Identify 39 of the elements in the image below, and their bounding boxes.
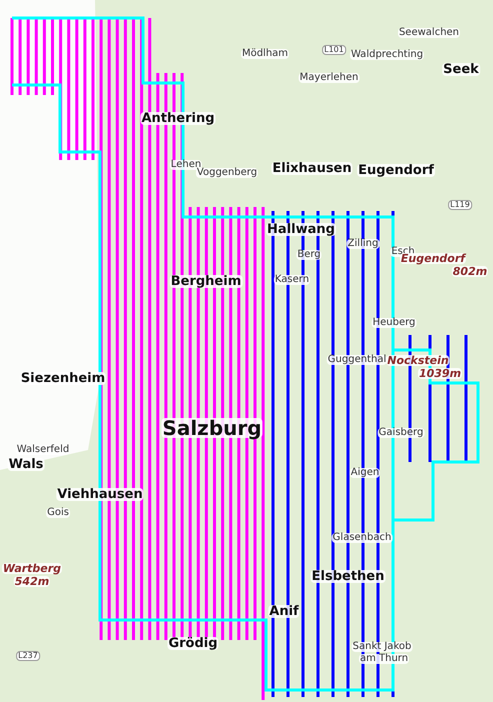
place-label: Eugendorf: [400, 253, 466, 264]
road-number: L101: [322, 45, 346, 55]
place-label: Bergheim: [170, 275, 242, 288]
place-label: Siezenheim: [20, 372, 106, 385]
place-label: Salzburg: [161, 418, 263, 438]
place-label: Gois: [46, 508, 70, 518]
place-label: Anthering: [140, 112, 216, 125]
place-label: Anif: [268, 605, 300, 618]
place-label: Voggenberg: [196, 168, 258, 178]
place-label: Aigen: [350, 468, 380, 478]
place-label: Zilling: [346, 239, 380, 249]
place-label: Seek: [442, 63, 480, 76]
place-label: Elixhausen: [271, 162, 353, 175]
place-label: Waldprechting: [350, 50, 424, 60]
place-label: 542m: [14, 576, 50, 587]
place-label: Kasern: [274, 275, 310, 285]
place-label: Wals: [8, 458, 44, 471]
place-label: 802m: [452, 266, 488, 277]
place-label: Grödig: [167, 637, 219, 650]
place-label: Eugendorf: [357, 164, 435, 177]
place-label: Heuberg: [372, 318, 416, 328]
place-label: am Thurn: [358, 654, 410, 664]
place-label: Sankt Jakob: [352, 642, 412, 652]
place-label: Guggenthal: [326, 355, 388, 365]
place-label: Glasenbach: [332, 533, 392, 543]
place-label: Elsbethen: [310, 570, 386, 583]
place-label: Mayerlehen: [298, 73, 360, 83]
road-number: L119: [448, 200, 472, 210]
road-number: L237: [16, 651, 40, 661]
place-label: Nockstein: [386, 355, 450, 366]
place-label: Walserfeld: [16, 445, 70, 455]
place-label: Seewalchen: [398, 28, 460, 38]
place-label: Mödlham: [240, 49, 290, 59]
place-label: Hallwang: [266, 223, 336, 236]
place-label: Gaisberg: [378, 428, 424, 438]
place-label: Berg: [296, 250, 322, 260]
place-label: Wartberg: [2, 563, 62, 574]
place-label: Viehhausen: [56, 488, 144, 501]
place-label: 1039m: [418, 368, 462, 379]
